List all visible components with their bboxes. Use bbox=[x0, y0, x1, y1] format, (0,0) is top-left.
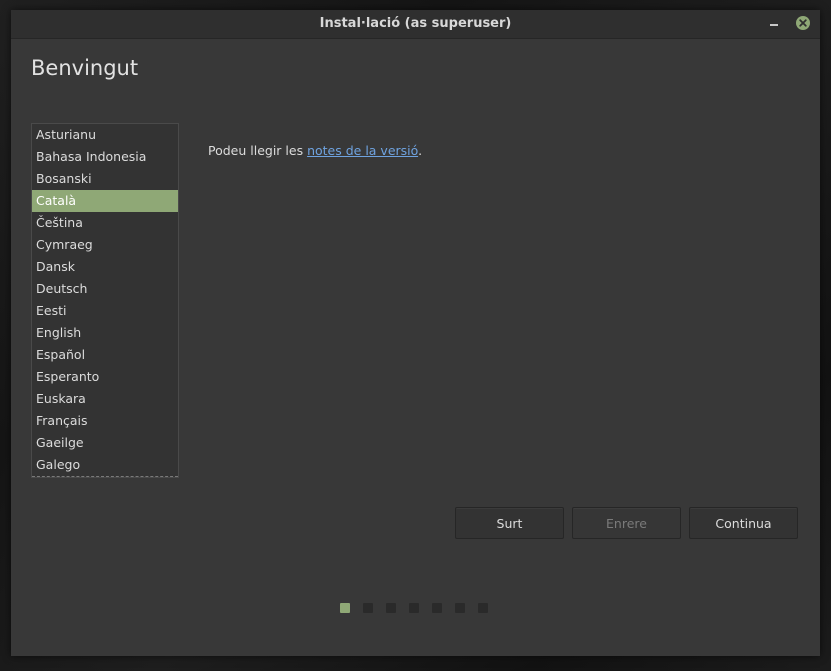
language-item[interactable]: Cymraeg bbox=[32, 234, 178, 256]
language-item[interactable]: Galego bbox=[32, 454, 178, 476]
continue-button[interactable]: Continua bbox=[689, 507, 798, 539]
desktop-background: Instal·lació (as superuser) Benvingut As… bbox=[0, 0, 831, 671]
release-notes-suffix: . bbox=[418, 143, 423, 158]
installer-window: Instal·lació (as superuser) Benvingut As… bbox=[11, 10, 820, 656]
language-item[interactable]: Bahasa Indonesia bbox=[32, 146, 178, 168]
language-item[interactable]: Bosanski bbox=[32, 168, 178, 190]
page-title: Benvingut bbox=[31, 56, 139, 80]
quit-button[interactable]: Surt bbox=[455, 507, 564, 539]
step-dot bbox=[386, 603, 396, 613]
language-item[interactable]: Català bbox=[32, 190, 178, 212]
release-notes-link[interactable]: notes de la versió bbox=[307, 143, 418, 158]
release-notes-text: Podeu llegir les notes de la versió. bbox=[208, 143, 422, 158]
language-item[interactable]: Eesti bbox=[32, 300, 178, 322]
language-item[interactable]: Dansk bbox=[32, 256, 178, 278]
language-item[interactable]: Euskara bbox=[32, 388, 178, 410]
step-dot bbox=[455, 603, 465, 613]
language-item[interactable]: Español bbox=[32, 344, 178, 366]
language-item[interactable]: Asturianu bbox=[32, 124, 178, 146]
language-list[interactable]: Asturianu Bahasa Indonesia Bosanski Català Č… bbox=[31, 123, 179, 478]
language-item[interactable]: Čeština bbox=[32, 212, 178, 234]
window-title: Instal·lació (as superuser) bbox=[319, 16, 512, 31]
language-item[interactable]: English bbox=[32, 322, 178, 344]
language-item[interactable]: Deutsch bbox=[32, 278, 178, 300]
release-notes-prefix: Podeu llegir les bbox=[208, 143, 308, 158]
step-dot bbox=[409, 603, 419, 613]
language-item[interactable]: Gaeilge bbox=[32, 432, 178, 454]
step-dot-active bbox=[340, 603, 350, 613]
back-button[interactable]: Enrere bbox=[572, 507, 681, 539]
title-bar[interactable]: Instal·lació (as superuser) bbox=[11, 10, 820, 39]
language-item[interactable]: Esperanto bbox=[32, 366, 178, 388]
step-dot bbox=[432, 603, 442, 613]
minimize-icon[interactable] bbox=[768, 15, 782, 29]
close-icon[interactable] bbox=[795, 15, 811, 31]
step-dot bbox=[478, 603, 488, 613]
list-scroll-indicator bbox=[32, 476, 178, 477]
language-item[interactable]: Français bbox=[32, 410, 178, 432]
step-dot bbox=[363, 603, 373, 613]
